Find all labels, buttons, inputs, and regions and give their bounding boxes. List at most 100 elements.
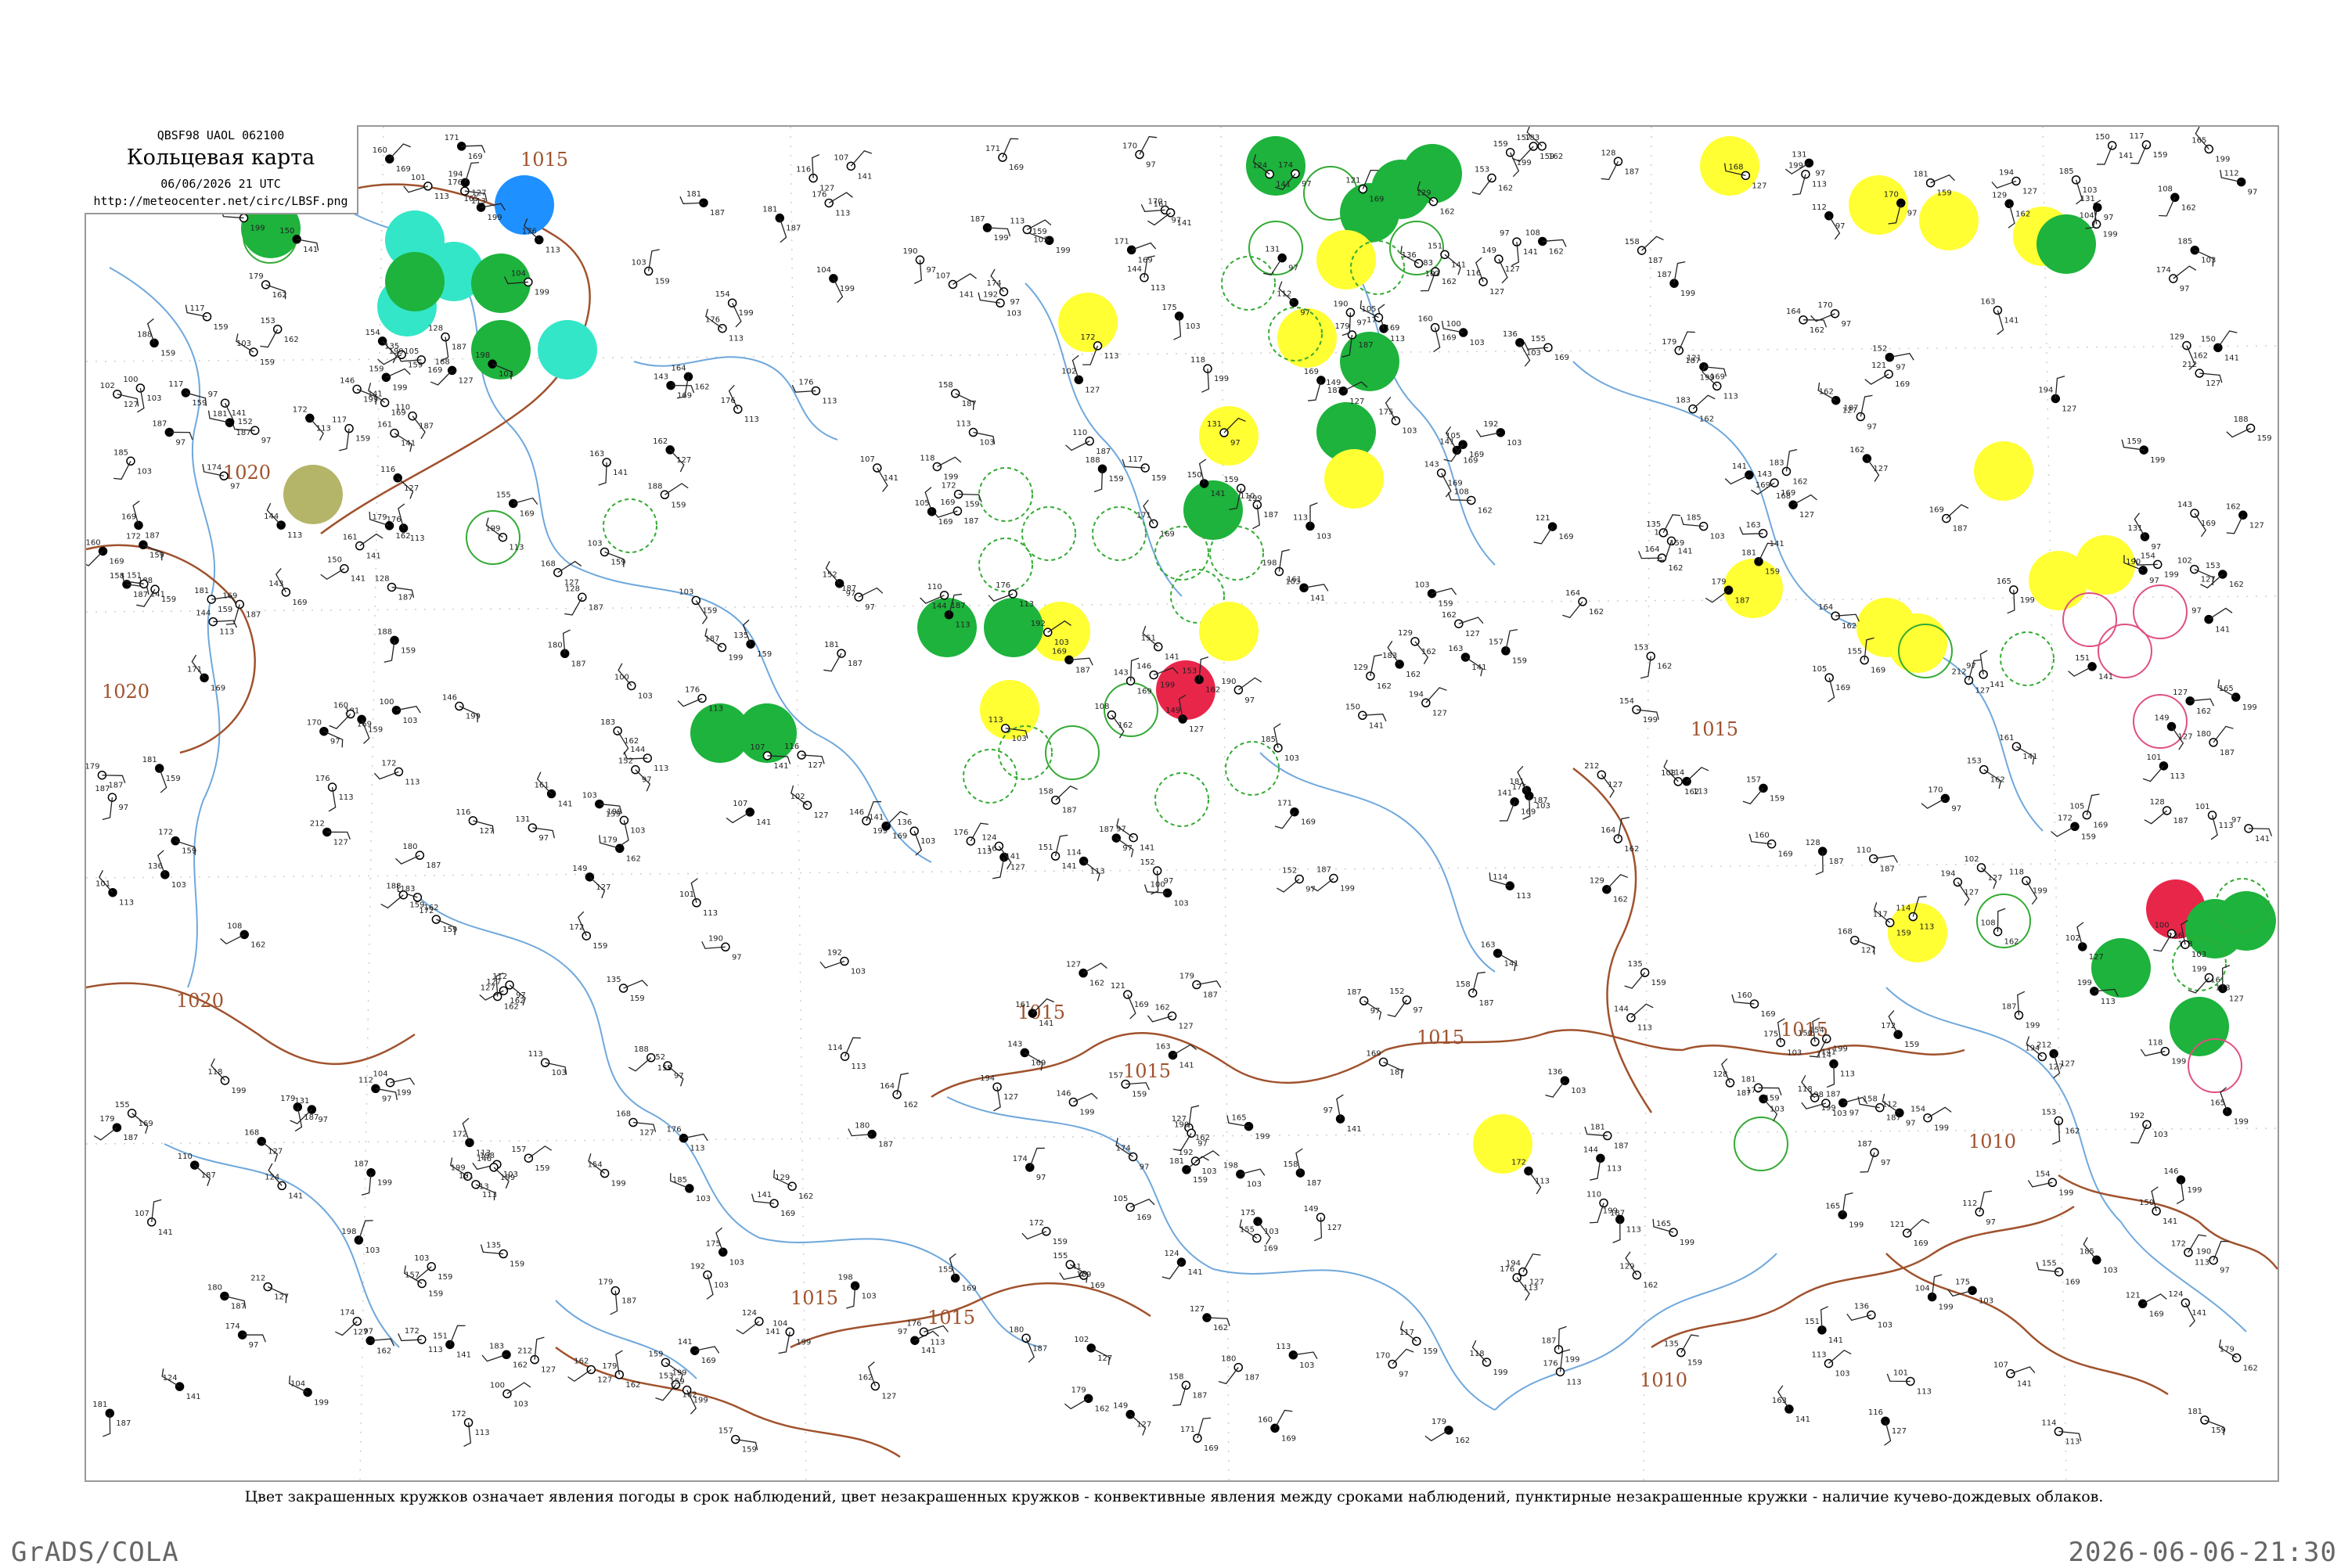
station-value: 97 bbox=[732, 953, 742, 962]
station-plot: 153 162 bbox=[1967, 757, 2005, 789]
station-value: 176 bbox=[798, 378, 813, 387]
station-value: 103 bbox=[630, 826, 645, 835]
station-value: 153 bbox=[1182, 667, 1197, 676]
station-value: 180 bbox=[1009, 1325, 1024, 1334]
station-value: 141 bbox=[765, 1328, 780, 1336]
station-circle bbox=[417, 1278, 427, 1289]
station-plot: 136 103 bbox=[148, 850, 186, 890]
station-value: 121 bbox=[2126, 1291, 2141, 1300]
station-value: 113 bbox=[1626, 1226, 1641, 1235]
station-value: 105 bbox=[404, 347, 419, 356]
weather-phenomenon-circle bbox=[2062, 592, 2117, 647]
station-value: 199 bbox=[1214, 375, 1229, 383]
station-plot: 104 199 bbox=[772, 1319, 811, 1354]
isobar-label: 1015 bbox=[1123, 1060, 1171, 1082]
station-value: 97 bbox=[1966, 662, 1976, 671]
station-plot: 149 127 bbox=[1113, 1402, 1151, 1436]
station-value: 101 bbox=[2146, 753, 2161, 762]
station-value: 169 bbox=[1756, 481, 1770, 490]
station-plot: 112 97 bbox=[1962, 1190, 1996, 1227]
station-value: 141 bbox=[288, 1192, 303, 1200]
station-value: 113 bbox=[729, 335, 744, 343]
station-plot: 187 199 bbox=[970, 215, 1011, 243]
station-value: 192 bbox=[983, 290, 998, 299]
station-value: 103 bbox=[979, 439, 994, 448]
station-value: 127 bbox=[1892, 1427, 1907, 1436]
station-value: 188 bbox=[634, 1045, 649, 1054]
station-value: 169 bbox=[2093, 822, 2108, 830]
station-plot: 159 199 bbox=[2121, 437, 2165, 465]
station-plot: 102 127 bbox=[100, 382, 139, 409]
station-plot: 107 141 bbox=[834, 149, 872, 181]
station-value: 150 bbox=[2201, 335, 2216, 343]
station-value: 113 bbox=[1693, 788, 1708, 797]
station-plot: 159 199 bbox=[369, 365, 411, 392]
station-plot: 175 103 bbox=[1162, 304, 1201, 340]
station-value: 141 bbox=[401, 440, 416, 448]
station-value: 154 bbox=[1810, 1027, 1824, 1035]
station-value: 164 bbox=[1601, 826, 1615, 835]
station-plot: 163 141 bbox=[1980, 298, 2018, 336]
station-plot: 171 169 bbox=[445, 134, 486, 161]
station-value: 162 bbox=[1990, 776, 2005, 785]
map-url[interactable]: http://meteocenter.net/circ/LBSF.png bbox=[85, 194, 357, 208]
station-value: 118 bbox=[1190, 356, 1205, 365]
station-value: 112 bbox=[1812, 203, 1827, 212]
station-circle bbox=[1358, 184, 1368, 194]
station-value: 169 bbox=[1263, 1245, 1278, 1253]
station-value: 162 bbox=[1089, 980, 1104, 988]
station-value: 144 bbox=[630, 746, 645, 754]
station-value: 162 bbox=[2229, 581, 2244, 589]
station-value: 159 bbox=[1896, 929, 1911, 937]
wind-barb bbox=[1129, 1198, 1155, 1208]
station-value: 152 bbox=[238, 418, 253, 426]
station-value: 107 bbox=[135, 1210, 149, 1218]
station-value: 127 bbox=[808, 761, 823, 770]
station-value: 136 bbox=[897, 818, 912, 827]
station-value: 187 bbox=[848, 660, 862, 668]
station-value: 199 bbox=[2187, 1186, 2202, 1195]
station-value: 102 bbox=[790, 793, 805, 801]
station-plot: 181 187 bbox=[679, 190, 725, 218]
station-plot: 162 127 bbox=[567, 1357, 612, 1384]
isobar-label: 1020 bbox=[223, 462, 271, 484]
station-value: 103 bbox=[920, 837, 935, 846]
wind-barb bbox=[1930, 174, 1955, 184]
station-circle bbox=[1613, 156, 1623, 167]
station-value: 168 bbox=[435, 358, 450, 366]
isobar-label: 1015 bbox=[790, 1287, 838, 1309]
station-value: 113 bbox=[1812, 181, 1827, 189]
station-value: 199 bbox=[1643, 716, 1658, 725]
station-plot: 144 113 bbox=[1614, 1003, 1654, 1033]
station-plot: 187 199 bbox=[1310, 866, 1355, 894]
station-value: 127 bbox=[1003, 1093, 1018, 1102]
station-value: 121 bbox=[1111, 982, 1125, 991]
station-value: 104 bbox=[816, 266, 831, 275]
station-value: 165 bbox=[2219, 685, 2234, 693]
station-value: 162 bbox=[1549, 247, 1564, 256]
station-plot: 171 169 bbox=[985, 138, 1024, 172]
station-value: 194 bbox=[1409, 690, 1424, 699]
station-plot: 103 159 bbox=[236, 333, 275, 367]
station-value: 162 bbox=[1792, 477, 1807, 486]
station-plot: 185 103 bbox=[2080, 1237, 2118, 1275]
station-value: 198 bbox=[838, 1273, 853, 1282]
station-circle bbox=[968, 427, 978, 437]
station-value: 199 bbox=[250, 225, 265, 233]
station-plot: 199 113 bbox=[485, 517, 524, 552]
station-value: 121 bbox=[1890, 1221, 1905, 1229]
station-value: 127 bbox=[1975, 687, 1990, 696]
station-value: 127 bbox=[1097, 1354, 1112, 1363]
station-plot: 160 169 bbox=[373, 143, 411, 174]
station-circle bbox=[1290, 807, 1299, 817]
bulletin-code: QBSF98 UAOL 062100 bbox=[157, 128, 285, 142]
station-value: 144 bbox=[1614, 1005, 1629, 1014]
station-value: 113 bbox=[410, 534, 425, 543]
station-value: 103 bbox=[1033, 236, 1048, 245]
station-value: 97 bbox=[261, 437, 272, 445]
station-plot: 149 127 bbox=[1482, 246, 1520, 284]
station-plot: 170 97 bbox=[1810, 301, 1851, 329]
station-value: 181 bbox=[686, 190, 701, 199]
station-plot: 157 159 bbox=[1489, 628, 1527, 666]
station-value: 117 bbox=[2129, 132, 2144, 141]
